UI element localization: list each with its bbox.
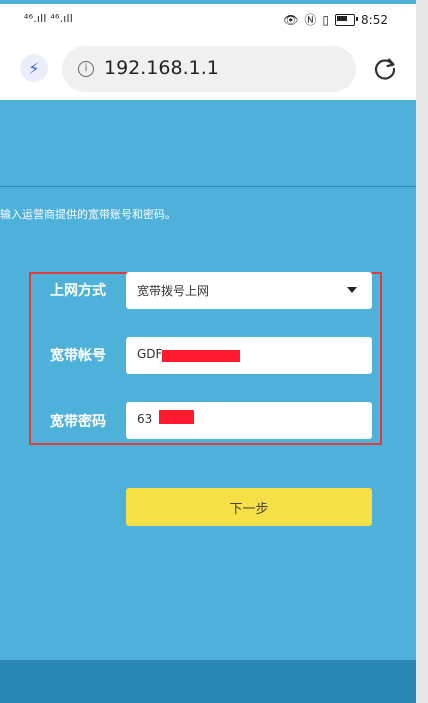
account-redaction — [162, 350, 240, 362]
clock: 8:52 — [361, 12, 388, 27]
status-icons: 👁 Ⓝ ▯ 8:52 — [283, 11, 388, 28]
password-redaction — [159, 410, 194, 424]
connection-type-value: 宽带拨号上网 — [137, 284, 210, 298]
browser-frame: ⁴⁶.ıll ⁴⁶.ıll 👁 Ⓝ ▯ 8:52 ⚡ i 192.168.1.1… — [0, 0, 416, 703]
next-step-button[interactable]: 下一步 — [126, 488, 372, 526]
header-divider — [0, 186, 416, 187]
signal-strength-icon: ⁴⁶.ıll ⁴⁶.ıll — [24, 12, 74, 25]
router-setup-page: 输入运营商提供的宽带账号和密码。 上网方式 宽带拨号上网 宽带帐号 GDF 宽带… — [0, 100, 416, 703]
password-input[interactable]: 63 — [126, 402, 372, 439]
password-label: 宽带密码 — [50, 414, 106, 430]
account-value: GDF — [137, 347, 163, 361]
reload-icon[interactable] — [372, 56, 398, 82]
dropdown-arrow-icon — [347, 287, 357, 293]
footer-band — [0, 660, 416, 703]
connection-type-select[interactable]: 宽带拨号上网 — [126, 272, 372, 309]
password-value: 63 — [137, 412, 153, 426]
vibrate-icon: ▯ — [322, 12, 330, 27]
battery-icon — [335, 14, 359, 26]
right-gutter — [416, 0, 428, 703]
lightning-icon[interactable]: ⚡ — [20, 54, 48, 82]
nfc-icon: Ⓝ — [304, 13, 317, 27]
instruction-text: 输入运营商提供的宽带账号和密码。 — [0, 208, 176, 221]
account-input[interactable]: GDF — [126, 337, 372, 374]
account-label: 宽带帐号 — [50, 348, 106, 364]
url-text[interactable]: 192.168.1.1 — [104, 57, 219, 79]
eye-icon: 👁 — [283, 12, 299, 27]
address-bar: ⚡ i 192.168.1.1 — [0, 38, 416, 101]
status-bar: ⁴⁶.ıll ⁴⁶.ıll 👁 Ⓝ ▯ 8:52 — [0, 4, 416, 38]
info-icon[interactable]: i — [78, 61, 94, 77]
connection-type-label: 上网方式 — [50, 283, 106, 299]
